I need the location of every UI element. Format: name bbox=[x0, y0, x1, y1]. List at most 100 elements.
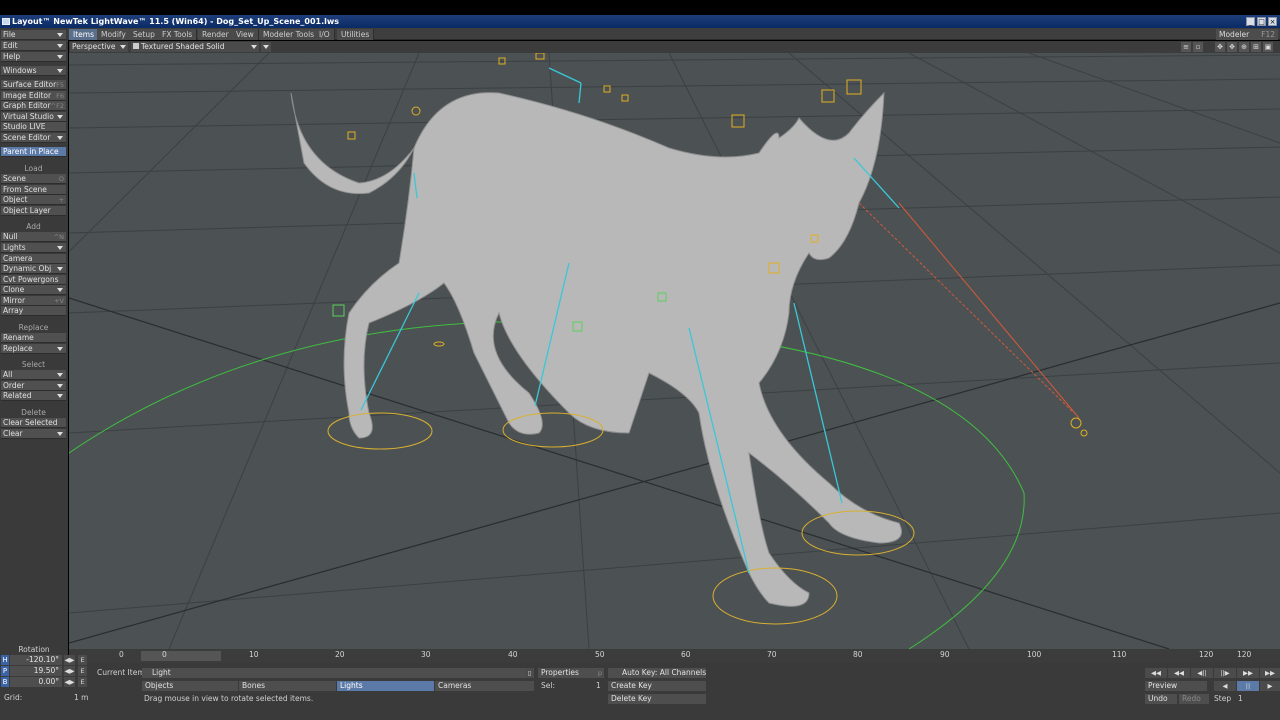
zoom-view-icon[interactable]: ⊕ bbox=[1239, 42, 1249, 52]
tab-fx-tools[interactable]: FX Tools bbox=[158, 29, 198, 40]
tab-items[interactable]: Items bbox=[69, 29, 99, 40]
virtual-studio-menu[interactable]: Virtual Studio bbox=[1, 112, 66, 122]
light-icon[interactable] bbox=[1070, 417, 1088, 437]
array-button[interactable]: Array bbox=[1, 306, 66, 316]
undo-button[interactable]: Undo bbox=[1145, 694, 1177, 704]
add-null-button[interactable]: Null ^N bbox=[1, 232, 66, 242]
cvt-powergons-button[interactable]: Cvt Powergons bbox=[1, 275, 66, 285]
go-to-end-icon[interactable]: ▶▶ bbox=[1260, 668, 1280, 678]
maximize-view-icon[interactable]: ▫ bbox=[1193, 42, 1203, 52]
windows-menu[interactable]: Windows bbox=[1, 66, 66, 76]
step-value[interactable]: 1 bbox=[1238, 694, 1243, 704]
add-dynamic-obj-menu[interactable]: Dynamic Obj bbox=[1, 264, 66, 274]
previous-key-icon[interactable]: ◀◀ bbox=[1168, 668, 1190, 678]
expand-icon[interactable]: ◀▶ bbox=[64, 655, 75, 665]
tab-render[interactable]: Render bbox=[198, 29, 234, 40]
tab-setup[interactable]: Setup bbox=[129, 29, 160, 40]
load-scene-button[interactable]: Scene O bbox=[1, 174, 66, 184]
redo-button[interactable]: Redo bbox=[1179, 694, 1209, 704]
expand-icon[interactable]: ◀▶ bbox=[64, 666, 75, 676]
select-objects-button[interactable]: Objects bbox=[142, 681, 238, 691]
properties-button[interactable]: Properties p bbox=[538, 668, 604, 678]
timeline-tick: 100 bbox=[1027, 650, 1042, 659]
edit-menu[interactable]: Edit bbox=[1, 41, 66, 51]
pause-icon[interactable]: || bbox=[1237, 681, 1259, 691]
tab-modeler-tools[interactable]: Modeler Tools bbox=[259, 29, 320, 40]
rotate-view-icon[interactable]: ✥ bbox=[1227, 42, 1237, 52]
modeler-button[interactable]: Modeler F12 bbox=[1216, 29, 1278, 40]
tab-utilities[interactable]: Utilities bbox=[337, 29, 375, 40]
maximize-button[interactable]: □ bbox=[1257, 17, 1266, 26]
play-reverse-icon[interactable]: ◀ bbox=[1214, 681, 1236, 691]
replace-menu[interactable]: Replace bbox=[1, 344, 66, 354]
next-key-icon[interactable]: ▶▶ bbox=[1237, 668, 1259, 678]
select-related-menu[interactable]: Related bbox=[1, 391, 66, 401]
heading-field[interactable]: -120.10° bbox=[10, 655, 62, 665]
view-mode-dropdown[interactable]: Perspective bbox=[70, 42, 128, 52]
item-options-icon[interactable]: ▯ bbox=[525, 668, 534, 678]
time-slider-thumb[interactable] bbox=[141, 651, 221, 661]
select-order-menu[interactable]: Order bbox=[1, 381, 66, 391]
expand-icon[interactable]: ◀▶ bbox=[64, 677, 75, 687]
help-menu[interactable]: Help bbox=[1, 52, 66, 62]
timeline-tick: 40 bbox=[508, 650, 518, 659]
select-lights-button[interactable]: Lights bbox=[337, 681, 434, 691]
add-lights-menu[interactable]: Lights bbox=[1, 243, 66, 253]
add-camera-button[interactable]: Camera bbox=[1, 254, 66, 264]
next-frame-icon[interactable]: ||▶ bbox=[1214, 668, 1236, 678]
create-key-button[interactable]: Create Key bbox=[608, 681, 706, 691]
current-item-dropdown[interactable]: Light bbox=[142, 668, 534, 678]
envelope-button[interactable]: E bbox=[78, 666, 87, 676]
scene-editor-menu[interactable]: Scene Editor bbox=[1, 133, 66, 143]
load-from-scene-button[interactable]: From Scene bbox=[1, 185, 66, 195]
clone-menu[interactable]: Clone bbox=[1, 285, 66, 295]
previous-frame-icon[interactable]: ◀|| bbox=[1191, 668, 1213, 678]
clear-menu[interactable]: Clear bbox=[1, 429, 66, 439]
envelope-button[interactable]: E bbox=[78, 655, 87, 665]
minimize-button[interactable]: _ bbox=[1246, 17, 1255, 26]
select-all-menu[interactable]: All bbox=[1, 370, 66, 380]
delete-key-button[interactable]: Delete Key bbox=[608, 694, 706, 704]
timeline-bar[interactable]: 0 0 10 20 30 40 50 60 70 80 90 100 110 1… bbox=[69, 649, 1280, 663]
list-icon[interactable]: ≡ bbox=[1181, 42, 1191, 52]
file-menu[interactable]: File bbox=[1, 30, 66, 40]
button-label: Clear Selected bbox=[3, 418, 58, 427]
go-to-start-icon[interactable]: ◀◀ bbox=[1145, 668, 1167, 678]
load-object-button[interactable]: Object + bbox=[1, 195, 66, 205]
tab-view[interactable]: View bbox=[232, 29, 259, 40]
move-view-icon[interactable]: ✥ bbox=[1215, 42, 1225, 52]
load-object-layer-button[interactable]: Object Layer bbox=[1, 206, 66, 216]
lights-label: Lights bbox=[340, 681, 363, 690]
play-icon[interactable]: ▶ bbox=[1260, 681, 1280, 691]
close-button[interactable]: × bbox=[1268, 17, 1277, 26]
surface-editor-button[interactable]: Surface Editor F5 bbox=[1, 80, 66, 90]
graph-editor-button[interactable]: Graph Editor ^F2 bbox=[1, 101, 66, 111]
render-mode-dropdown[interactable]: Textured Shaded Solid bbox=[131, 42, 259, 52]
viewport-options-dropdown[interactable] bbox=[261, 42, 271, 52]
camera-view-icon[interactable]: ▣ bbox=[1263, 42, 1273, 52]
tab-io[interactable]: I/O bbox=[315, 29, 335, 40]
select-cameras-button[interactable]: Cameras bbox=[435, 681, 534, 691]
parent-in-place-toggle[interactable]: Parent in Place bbox=[1, 147, 66, 157]
preview-dropdown[interactable]: Preview bbox=[1145, 681, 1207, 691]
envelope-button[interactable]: E bbox=[78, 677, 87, 687]
shortcut-label: + bbox=[58, 196, 64, 204]
3d-viewport[interactable] bbox=[69, 53, 1280, 649]
dog-model[interactable] bbox=[290, 91, 902, 607]
end-frame-field[interactable]: 120 bbox=[1237, 650, 1251, 659]
replace-section-header: Replace bbox=[18, 323, 49, 332]
auto-key-dropdown[interactable]: Auto Key: All Channels bbox=[608, 668, 706, 678]
studio-live-button[interactable]: Studio LIVE bbox=[1, 122, 66, 132]
tab-modify[interactable]: Modify bbox=[97, 29, 131, 40]
bank-field[interactable]: 0.00° bbox=[10, 677, 62, 687]
chevron-down-icon bbox=[57, 55, 63, 59]
pitch-field[interactable]: 19.50° bbox=[10, 666, 62, 676]
image-editor-button[interactable]: Image Editor F6 bbox=[1, 91, 66, 101]
foot-control-circle[interactable] bbox=[327, 412, 433, 450]
timeline-tick: 80 bbox=[853, 650, 863, 659]
mirror-button[interactable]: Mirror +V bbox=[1, 296, 66, 306]
clear-selected-button[interactable]: Clear Selected bbox=[1, 418, 66, 428]
select-bones-button[interactable]: Bones bbox=[239, 681, 336, 691]
dolly-view-icon[interactable]: ⊞ bbox=[1251, 42, 1261, 52]
rename-button[interactable]: Rename bbox=[1, 333, 66, 343]
